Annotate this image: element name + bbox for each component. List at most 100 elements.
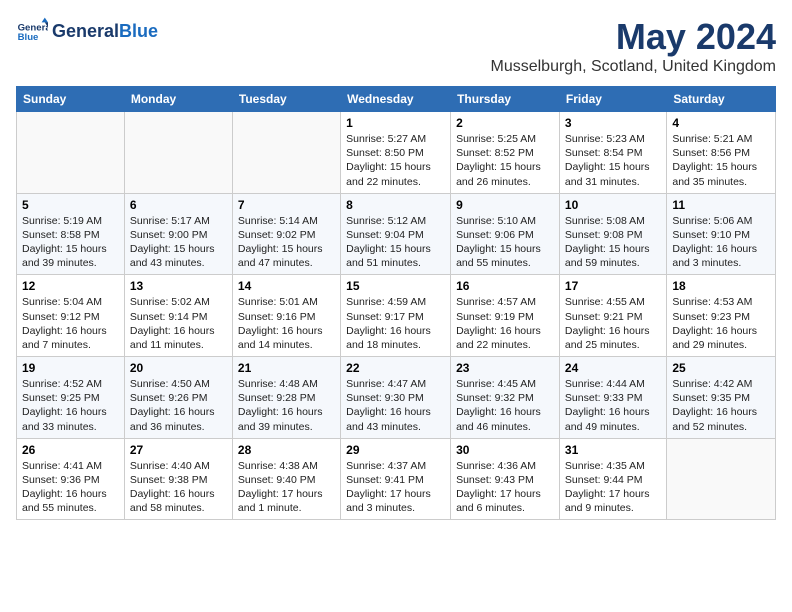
calendar-cell: 10 Sunrise: 5:08 AM Sunset: 9:08 PM Dayli…	[559, 193, 666, 275]
day-number: 19	[22, 361, 119, 375]
day-number: 22	[346, 361, 445, 375]
day-number: 17	[565, 279, 661, 293]
calendar-cell: 16 Sunrise: 4:57 AM Sunset: 9:19 PM Dayli…	[451, 275, 560, 357]
calendar-header: SundayMondayTuesdayWednesdayThursdayFrid…	[17, 87, 776, 112]
day-number: 10	[565, 198, 661, 212]
day-info: Sunrise: 4:44 AM Sunset: 9:33 PM Dayligh…	[565, 377, 661, 434]
day-number: 3	[565, 116, 661, 130]
calendar-cell: 17Sunrise: 4:55 AM Sunset: 9:21 PM Dayli…	[559, 275, 666, 357]
calendar-cell: 24 Sunrise: 4:44 AM Sunset: 9:33 PM Dayli…	[559, 357, 666, 439]
day-info: Sunrise: 4:45 AM Sunset: 9:32 PM Dayligh…	[456, 377, 554, 434]
day-number: 27	[130, 443, 227, 457]
calendar-cell: 6Sunrise: 5:17 AM Sunset: 9:00 PM Daylig…	[124, 193, 232, 275]
calendar-cell: 19 Sunrise: 4:52 AM Sunset: 9:25 PM Dayli…	[17, 357, 125, 439]
day-info: Sunrise: 5:27 AM Sunset: 8:50 PM Dayligh…	[346, 132, 445, 189]
calendar-cell: 2 Sunrise: 5:25 AM Sunset: 8:52 PM Daylig…	[451, 112, 560, 194]
calendar-title: May 2024	[491, 16, 777, 58]
logo-icon: General Blue	[16, 16, 48, 48]
day-info: Sunrise: 5:19 AM Sunset: 8:58 PM Dayligh…	[22, 214, 119, 271]
day-number: 9	[456, 198, 554, 212]
day-number: 28	[238, 443, 335, 457]
day-info: Sunrise: 4:47 AM Sunset: 9:30 PM Dayligh…	[346, 377, 445, 434]
day-info: Sunrise: 5:25 AM Sunset: 8:52 PM Dayligh…	[456, 132, 554, 189]
day-info: Sunrise: 4:38 AM Sunset: 9:40 PM Dayligh…	[238, 459, 335, 516]
day-info: Sunrise: 5:04 AM Sunset: 9:12 PM Dayligh…	[22, 295, 119, 352]
day-number: 29	[346, 443, 445, 457]
header-row: SundayMondayTuesdayWednesdayThursdayFrid…	[17, 87, 776, 112]
day-info: Sunrise: 4:42 AM Sunset: 9:35 PM Dayligh…	[672, 377, 770, 434]
calendar-cell: 30 Sunrise: 4:36 AM Sunset: 9:43 PM Dayli…	[451, 438, 560, 520]
calendar-cell	[17, 112, 125, 194]
calendar-cell: 12Sunrise: 5:04 AM Sunset: 9:12 PM Dayli…	[17, 275, 125, 357]
calendar-cell: 28 Sunrise: 4:38 AM Sunset: 9:40 PM Dayli…	[232, 438, 340, 520]
day-info: Sunrise: 5:23 AM Sunset: 8:54 PM Dayligh…	[565, 132, 661, 189]
day-info: Sunrise: 5:14 AM Sunset: 9:02 PM Dayligh…	[238, 214, 335, 271]
day-info: Sunrise: 5:17 AM Sunset: 9:00 PM Dayligh…	[130, 214, 227, 271]
day-number: 7	[238, 198, 335, 212]
title-area: May 2024 Musselburgh, Scotland, United K…	[491, 16, 777, 76]
day-number: 1	[346, 116, 445, 130]
calendar-cell: 7 Sunrise: 5:14 AM Sunset: 9:02 PM Daylig…	[232, 193, 340, 275]
week-row-2: 5 Sunrise: 5:19 AM Sunset: 8:58 PM Daylig…	[17, 193, 776, 275]
day-info: Sunrise: 5:21 AM Sunset: 8:56 PM Dayligh…	[672, 132, 770, 189]
day-info: Sunrise: 5:02 AM Sunset: 9:14 PM Dayligh…	[130, 295, 227, 352]
calendar-cell: 5 Sunrise: 5:19 AM Sunset: 8:58 PM Daylig…	[17, 193, 125, 275]
day-info: Sunrise: 4:36 AM Sunset: 9:43 PM Dayligh…	[456, 459, 554, 516]
week-row-1: 1 Sunrise: 5:27 AM Sunset: 8:50 PM Daylig…	[17, 112, 776, 194]
calendar-body: 1 Sunrise: 5:27 AM Sunset: 8:50 PM Daylig…	[17, 112, 776, 520]
header-day-monday: Monday	[124, 87, 232, 112]
day-number: 5	[22, 198, 119, 212]
svg-text:Blue: Blue	[18, 32, 39, 43]
day-info: Sunrise: 5:01 AM Sunset: 9:16 PM Dayligh…	[238, 295, 335, 352]
day-info: Sunrise: 4:35 AM Sunset: 9:44 PM Dayligh…	[565, 459, 661, 516]
calendar-cell: 31 Sunrise: 4:35 AM Sunset: 9:44 PM Dayli…	[559, 438, 666, 520]
header-day-thursday: Thursday	[451, 87, 560, 112]
header-day-saturday: Saturday	[667, 87, 776, 112]
day-info: Sunrise: 5:12 AM Sunset: 9:04 PM Dayligh…	[346, 214, 445, 271]
day-info: Sunrise: 4:41 AM Sunset: 9:36 PM Dayligh…	[22, 459, 119, 516]
page-header: General Blue GeneralBlue May 2024 Mussel…	[16, 16, 776, 76]
calendar-cell: 8Sunrise: 5:12 AM Sunset: 9:04 PM Daylig…	[341, 193, 451, 275]
calendar-cell: 4 Sunrise: 5:21 AM Sunset: 8:56 PM Daylig…	[667, 112, 776, 194]
calendar-cell: 20 Sunrise: 4:50 AM Sunset: 9:26 PM Dayli…	[124, 357, 232, 439]
day-info: Sunrise: 5:10 AM Sunset: 9:06 PM Dayligh…	[456, 214, 554, 271]
week-row-4: 19 Sunrise: 4:52 AM Sunset: 9:25 PM Dayli…	[17, 357, 776, 439]
logo-general: General	[52, 21, 119, 41]
day-number: 20	[130, 361, 227, 375]
day-info: Sunrise: 4:48 AM Sunset: 9:28 PM Dayligh…	[238, 377, 335, 434]
week-row-5: 26 Sunrise: 4:41 AM Sunset: 9:36 PM Dayli…	[17, 438, 776, 520]
calendar-cell: 26 Sunrise: 4:41 AM Sunset: 9:36 PM Dayli…	[17, 438, 125, 520]
day-number: 2	[456, 116, 554, 130]
calendar-subtitle: Musselburgh, Scotland, United Kingdom	[491, 58, 777, 76]
day-number: 24	[565, 361, 661, 375]
day-info: Sunrise: 5:08 AM Sunset: 9:08 PM Dayligh…	[565, 214, 661, 271]
day-number: 31	[565, 443, 661, 457]
day-number: 21	[238, 361, 335, 375]
header-day-wednesday: Wednesday	[341, 87, 451, 112]
day-info: Sunrise: 5:06 AM Sunset: 9:10 PM Dayligh…	[672, 214, 770, 271]
day-number: 26	[22, 443, 119, 457]
day-number: 4	[672, 116, 770, 130]
calendar-cell: 9 Sunrise: 5:10 AM Sunset: 9:06 PM Daylig…	[451, 193, 560, 275]
day-number: 11	[672, 198, 770, 212]
header-day-sunday: Sunday	[17, 87, 125, 112]
day-number: 30	[456, 443, 554, 457]
header-day-friday: Friday	[559, 87, 666, 112]
day-number: 15	[346, 279, 445, 293]
day-info: Sunrise: 4:52 AM Sunset: 9:25 PM Dayligh…	[22, 377, 119, 434]
day-number: 13	[130, 279, 227, 293]
calendar-cell: 22 Sunrise: 4:47 AM Sunset: 9:30 PM Dayli…	[341, 357, 451, 439]
logo-blue: Blue	[119, 21, 158, 41]
calendar-cell	[232, 112, 340, 194]
calendar-cell: 1 Sunrise: 5:27 AM Sunset: 8:50 PM Daylig…	[341, 112, 451, 194]
day-number: 16	[456, 279, 554, 293]
calendar-cell	[667, 438, 776, 520]
day-info: Sunrise: 4:40 AM Sunset: 9:38 PM Dayligh…	[130, 459, 227, 516]
calendar-cell: 13 Sunrise: 5:02 AM Sunset: 9:14 PM Dayli…	[124, 275, 232, 357]
calendar-cell: 14Sunrise: 5:01 AM Sunset: 9:16 PM Dayli…	[232, 275, 340, 357]
day-info: Sunrise: 4:59 AM Sunset: 9:17 PM Dayligh…	[346, 295, 445, 352]
calendar-cell: 25Sunrise: 4:42 AM Sunset: 9:35 PM Dayli…	[667, 357, 776, 439]
day-info: Sunrise: 4:50 AM Sunset: 9:26 PM Dayligh…	[130, 377, 227, 434]
calendar-cell: 11 Sunrise: 5:06 AM Sunset: 9:10 PM Dayli…	[667, 193, 776, 275]
day-info: Sunrise: 4:57 AM Sunset: 9:19 PM Dayligh…	[456, 295, 554, 352]
